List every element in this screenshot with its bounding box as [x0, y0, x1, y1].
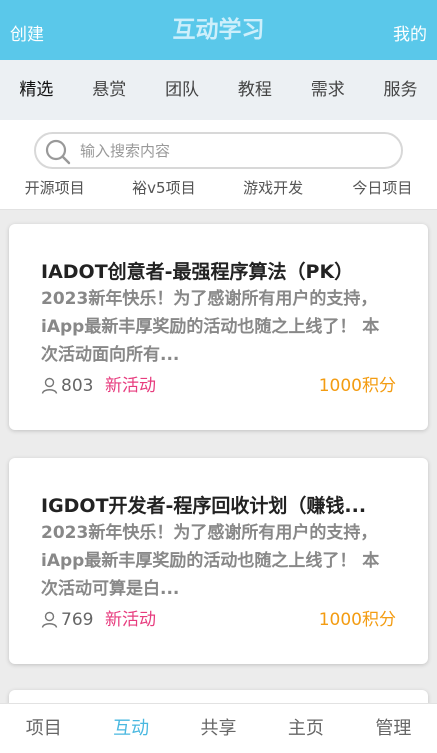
search-icon	[45, 139, 71, 165]
view-count: 803	[61, 376, 94, 396]
my-button[interactable]: 我的	[393, 24, 427, 46]
points-reward: 1000积分	[318, 610, 396, 630]
bottom-nav: 项目 互动 共享 主页 管理	[0, 703, 437, 753]
activity-card[interactable]: IADOT创意者-最强程序算法（PK） 2023新年快乐！为了感谢所有用户的支持…	[9, 224, 428, 430]
page-title: 互动学习	[172, 17, 265, 43]
card-meta: 803 新活动 1000积分	[41, 374, 396, 398]
status-badge: 新活动	[105, 610, 156, 630]
tab-tutorial[interactable]: 教程	[218, 79, 291, 101]
nav-interaction[interactable]: 互动	[87, 717, 174, 741]
nav-manage[interactable]: 管理	[350, 717, 437, 741]
points-reward: 1000积分	[318, 376, 396, 396]
search-input[interactable]: 输入搜索内容	[34, 132, 403, 169]
tab-featured[interactable]: 精选	[0, 79, 73, 101]
quick-link-open-source[interactable]: 开源项目	[0, 178, 109, 202]
tab-team[interactable]: 团队	[146, 79, 219, 101]
user-icon	[41, 377, 58, 394]
card-title: IGDOT开发者-程序回收计划（赚钱...	[41, 495, 367, 517]
status-badge: 新活动	[105, 376, 156, 396]
user-icon	[41, 611, 58, 628]
quick-link-v5[interactable]: 裕v5项目	[109, 178, 218, 202]
tab-service[interactable]: 服务	[364, 79, 437, 101]
top-bar: 创建 互动学习 我的	[0, 0, 437, 60]
card-title: IADOT创意者-最强程序算法（PK）	[41, 261, 354, 283]
search-placeholder: 输入搜索内容	[80, 142, 171, 160]
view-count: 769	[61, 610, 94, 630]
nav-share[interactable]: 共享	[175, 717, 262, 741]
quick-link-game-dev[interactable]: 游戏开发	[219, 178, 328, 202]
card-meta: 769 新活动 1000积分	[41, 608, 396, 632]
quick-links: 开源项目 裕v5项目 游戏开发 今日项目	[0, 178, 437, 202]
search-section: 输入搜索内容 开源项目 裕v5项目 游戏开发 今日项目	[0, 120, 437, 210]
nav-home[interactable]: 主页	[262, 717, 349, 741]
tab-demand[interactable]: 需求	[291, 79, 364, 101]
card-description: 2023新年快乐！为了感谢所有用户的支持，iApp最新丰厚奖励的活动也随之上线了…	[41, 523, 380, 599]
activity-card[interactable]: IGDOT开发者-程序回收计划（赚钱... 2023新年快乐！为了感谢所有用户的…	[9, 458, 428, 664]
nav-projects[interactable]: 项目	[0, 717, 87, 741]
card-description: 2023新年快乐！为了感谢所有用户的支持，iApp最新丰厚奖励的活动也随之上线了…	[41, 289, 380, 365]
category-tabs: 精选 悬赏 团队 教程 需求 服务	[0, 60, 437, 120]
quick-link-today[interactable]: 今日项目	[328, 178, 437, 202]
tab-bounty[interactable]: 悬赏	[73, 79, 146, 101]
